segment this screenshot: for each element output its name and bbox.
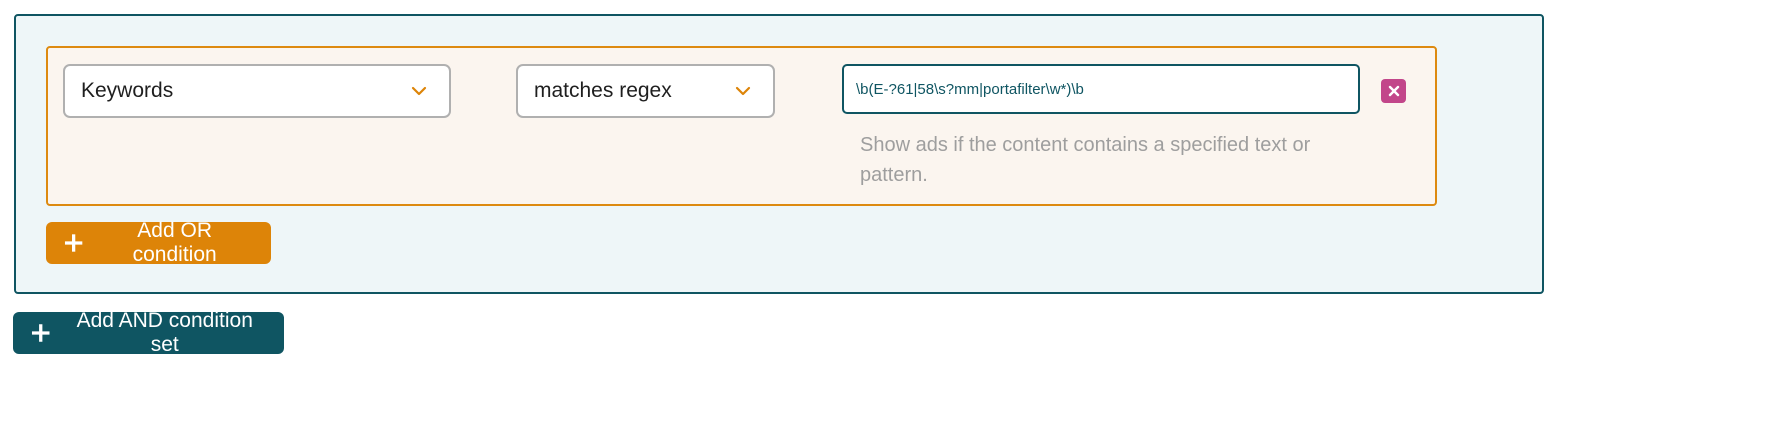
chevron-down-icon [735, 86, 751, 96]
condition-type-select[interactable]: Keywords [63, 64, 451, 118]
condition-hint: Show ads if the content contains a speci… [860, 134, 1311, 186]
condition-operator-value: matches regex [534, 79, 672, 102]
condition-operator-select[interactable]: matches regex [516, 64, 775, 118]
chevron-down-icon [411, 86, 427, 96]
add-and-condition-set-button[interactable]: Add AND condition set [13, 309, 284, 356]
close-icon [1388, 85, 1399, 97]
add-or-condition-button[interactable]: Add OR condition [46, 219, 271, 266]
remove-condition-button[interactable] [1381, 79, 1406, 103]
plus-icon [31, 324, 50, 342]
regex-input[interactable] [842, 64, 1360, 114]
condition-type-value: Keywords [81, 79, 174, 102]
plus-icon [64, 234, 83, 252]
add-or-condition-label: Add OR condition [132, 219, 217, 266]
add-and-condition-set-label: Add AND condition set [76, 309, 253, 356]
